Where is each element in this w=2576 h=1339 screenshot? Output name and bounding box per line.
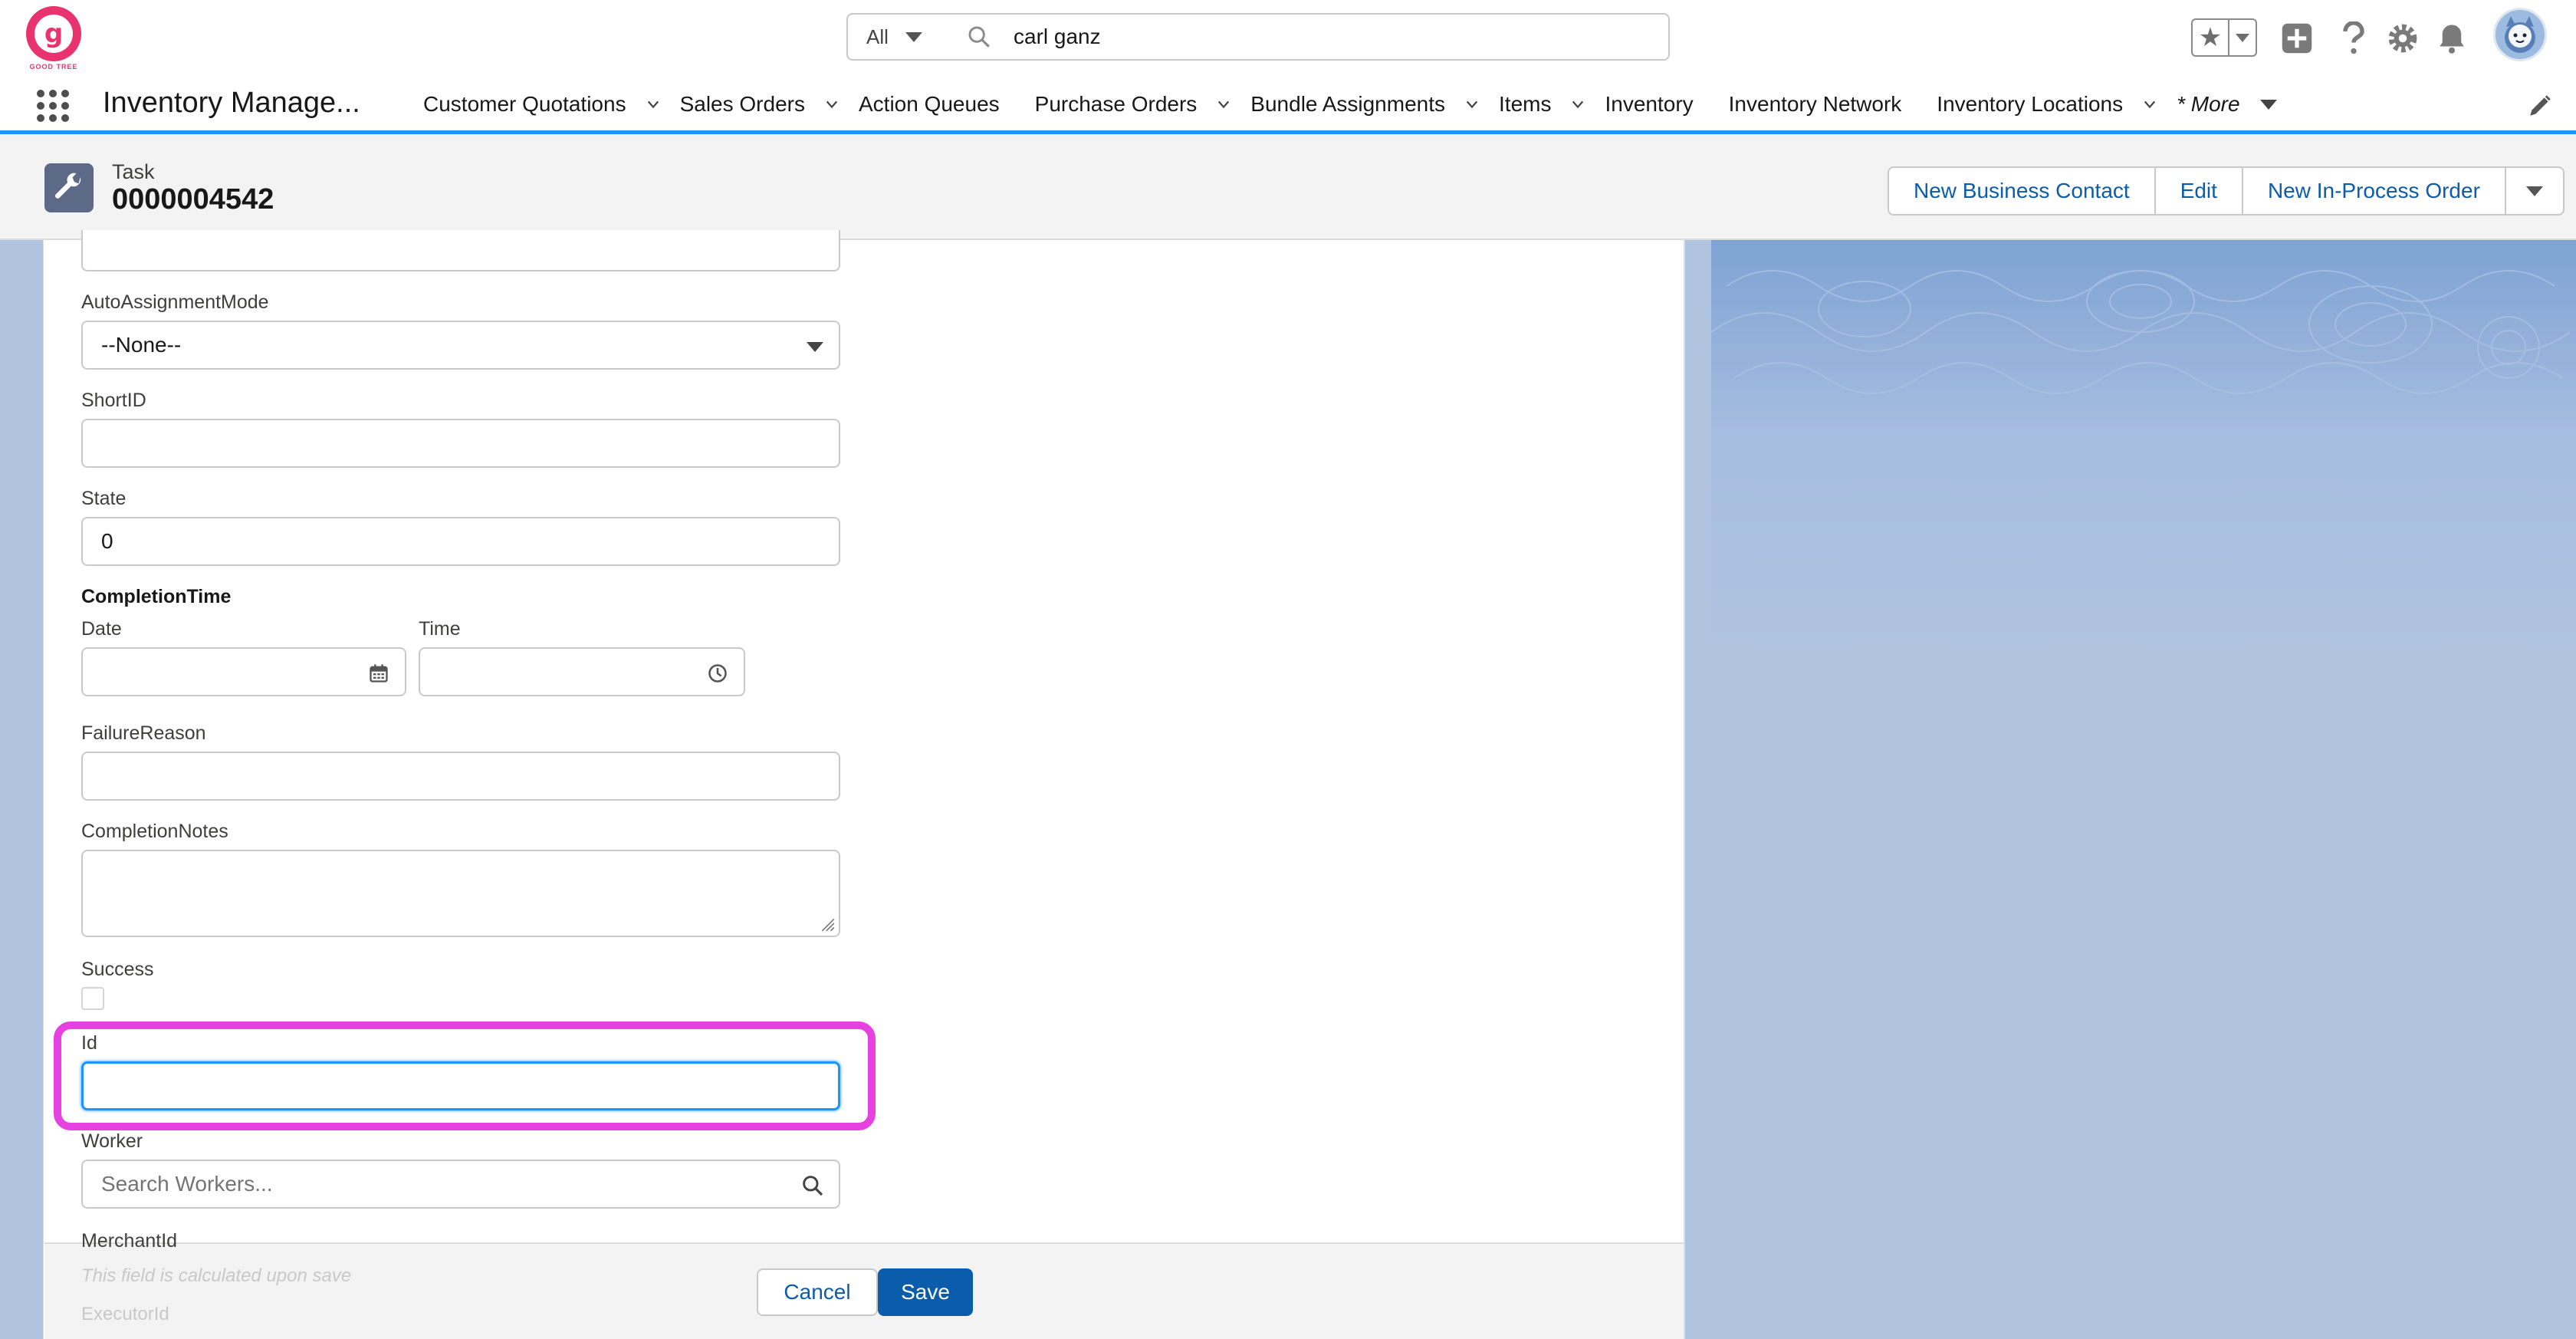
search-scope-dropdown[interactable]: All [846,13,937,61]
help-icon[interactable] [2335,20,2372,57]
calendar-icon[interactable] [368,663,389,684]
nav-item-items[interactable]: Items [1499,92,1585,117]
nav-item-label: Sales Orders [679,92,805,116]
short-id-input[interactable] [81,419,840,468]
caret-down-icon [807,342,823,352]
search-icon[interactable] [800,1173,825,1198]
nav-items: Customer Quotations Sales Orders Action … [423,77,2297,131]
record-type-label: Task [112,160,155,183]
chevron-down-icon[interactable] [825,97,839,111]
id-label: Id [81,1032,97,1054]
worker-label: Worker [81,1130,143,1152]
nav-item-bundle-assignments[interactable]: Bundle Assignments [1250,92,1479,117]
success-checkbox[interactable] [81,987,104,1010]
more-actions-button[interactable] [2504,166,2564,215]
nav-item-action-queues[interactable]: Action Queues [859,92,1000,117]
edit-nav-pencil-icon[interactable] [2527,93,2553,119]
chevron-down-icon[interactable] [2143,97,2157,111]
completion-date-input[interactable] [81,647,406,696]
completion-notes-label: CompletionNotes [81,821,228,842]
nav-more-label: * More [2177,92,2240,116]
cancel-button[interactable]: Cancel [757,1268,878,1316]
save-button[interactable]: Save [878,1268,973,1316]
caret-down-icon [2259,99,2277,110]
id-input[interactable] [81,1061,840,1110]
user-avatar[interactable] [2493,8,2547,61]
app-nav-bar: Inventory Manage... Customer Quotations … [0,77,2576,134]
nav-item-inventory[interactable]: Inventory [1605,92,1693,117]
worker-lookup-input[interactable]: Search Workers... [81,1160,840,1209]
auto-assignment-mode-label: AutoAssignmentMode [81,291,269,313]
state-label: State [81,488,127,509]
nav-item-label: Action Queues [858,92,1000,116]
logo-letter: g [34,15,73,53]
date-label: Date [81,618,122,640]
global-search-input[interactable]: carl ganz [935,13,1670,61]
merchant-id-label: MerchantId [81,1230,178,1252]
app-launcher-waffle-icon[interactable] [37,90,69,122]
resize-grip-icon[interactable] [819,916,836,933]
chevron-down-icon[interactable] [1217,97,1230,111]
short-id-label: ShortID [81,390,146,411]
notifications-bell-icon[interactable] [2433,20,2470,57]
nav-item-label: Customer Quotations [423,92,626,116]
nav-item-label: Inventory Network [1728,92,1902,116]
record-actions: New Business Contact Edit New In-Process… [1888,166,2564,215]
chevron-down-icon[interactable] [1465,97,1479,111]
nav-item-inventory-network[interactable]: Inventory Network [1729,92,1902,117]
wrench-icon [44,163,94,212]
auto-assignment-mode-select[interactable]: --None-- [81,321,840,370]
worker-placeholder: Search Workers... [101,1172,273,1196]
search-icon [968,26,990,48]
nav-item-label: Inventory Locations [1937,92,2124,116]
nav-more-menu[interactable]: * More [2177,92,2277,117]
new-in-process-order-button[interactable]: New In-Process Order [2241,166,2506,215]
logo-text: GOOD TREE [29,63,78,71]
global-actions-add-icon[interactable] [2279,20,2315,57]
search-value: carl ganz [1014,25,1101,48]
failure-reason-input[interactable] [81,752,840,801]
global-header: g GOOD TREE All carl ganz ★ [0,0,2576,77]
auto-assignment-mode-value: --None-- [101,333,182,357]
background-pattern-panel [1711,240,2576,1339]
caret-down-icon [905,31,922,42]
completion-time-input[interactable] [419,647,745,696]
new-business-contact-button[interactable]: New Business Contact [1888,166,2156,215]
edit-button[interactable]: Edit [2154,166,2243,215]
favorites-menu-button[interactable] [2229,33,2256,42]
search-scope-label: All [866,25,889,48]
chevron-down-icon[interactable] [1571,97,1585,111]
nav-item-purchase-orders[interactable]: Purchase Orders [1035,92,1231,117]
record-title: 0000004542 [112,183,274,215]
nav-item-label: Purchase Orders [1034,92,1198,116]
caret-down-icon [2236,33,2249,42]
setup-gear-icon[interactable] [2384,20,2421,57]
clock-icon[interactable] [707,663,728,684]
state-value: 0 [101,529,113,553]
previous-field-input[interactable] [81,230,840,271]
state-input[interactable]: 0 [81,517,840,566]
failure-reason-label: FailureReason [81,722,206,744]
nav-item-label: Items [1499,92,1552,116]
nav-item-inventory-locations[interactable]: Inventory Locations [1937,92,2157,117]
nav-item-sales-orders[interactable]: Sales Orders [680,92,839,117]
success-label: Success [81,959,154,980]
app-name: Inventory Manage... [103,87,360,119]
caret-down-icon [2525,186,2543,196]
favorites-button-group: ★ [2191,18,2257,57]
nav-item-customer-quotations[interactable]: Customer Quotations [423,92,660,117]
chevron-down-icon[interactable] [646,97,660,111]
time-label: Time [419,618,461,640]
app-logo[interactable]: g [26,6,81,61]
nav-item-label: Bundle Assignments [1250,92,1446,116]
nav-item-label: Inventory [1605,92,1694,116]
favorites-star-icon[interactable]: ★ [2193,20,2229,55]
completion-time-label: CompletionTime [81,586,232,607]
calculated-field-note: This field is calculated upon save [81,1265,352,1286]
record-header: Task 0000004542 New Business Contact Edi… [0,134,2576,240]
executor-id-label: ExecutorId [81,1304,169,1324]
completion-notes-textarea[interactable] [81,850,840,937]
